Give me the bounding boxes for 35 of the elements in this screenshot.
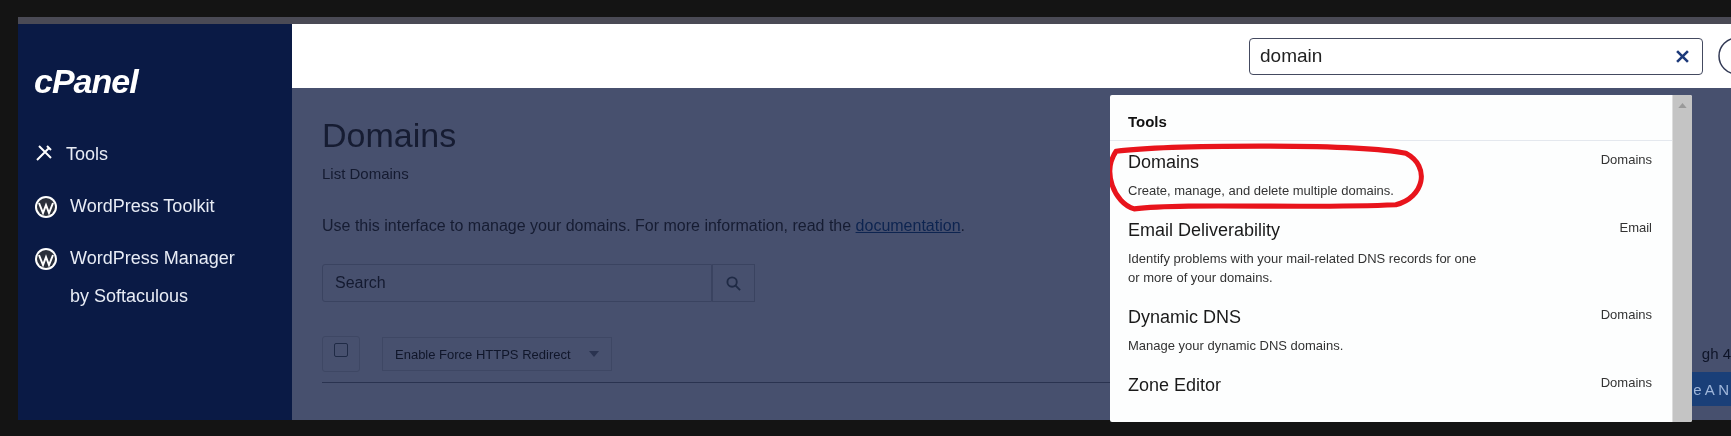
- result-category: Domains: [1600, 375, 1652, 392]
- scrollbar[interactable]: [1672, 95, 1692, 422]
- result-title: Zone Editor: [1128, 375, 1222, 396]
- close-icon[interactable]: [1676, 49, 1689, 63]
- section-heading: Tools: [1110, 95, 1672, 141]
- result-category: Domains: [1600, 307, 1652, 324]
- scroll-up-icon[interactable]: [1678, 103, 1687, 108]
- result-title: Dynamic DNS: [1128, 307, 1243, 328]
- sidebar-item[interactable]: WordPress Toolkit: [34, 187, 252, 225]
- result-category: Email: [1619, 220, 1652, 237]
- logo[interactable]: cPanel: [34, 62, 138, 101]
- result-description: Identify problems with your mail-related DNS records for one or more of your domains.: [1128, 250, 1478, 287]
- pagination-text: gh 4: [1701, 345, 1731, 362]
- wordpress-icon: [34, 195, 58, 219]
- sidebar-item[interactable]: WordPress Manager by Softaculous: [34, 239, 252, 315]
- wordpress-icon: [34, 247, 58, 271]
- search-field[interactable]: domain: [1249, 37, 1703, 75]
- result-item[interactable]: Email Deliverability Identify problems with your mail-related DNS records for one or more of your domains. Email: [1110, 209, 1672, 296]
- search-button[interactable]: [712, 264, 755, 302]
- page-title: Domains: [322, 116, 457, 155]
- result-title: Domains: [1128, 152, 1201, 173]
- search-icon: [726, 275, 741, 291]
- result-item[interactable]: Zone Editor Domains: [1110, 364, 1672, 405]
- tools-icon: [34, 143, 54, 163]
- caret-icon: [588, 351, 599, 357]
- result-category: Domains: [1600, 152, 1652, 169]
- select-all-checkbox[interactable]: [322, 336, 360, 372]
- result-description: Create, manage, and delete multiple domains.: [1128, 182, 1395, 200]
- result-item[interactable]: Dynamic DNS Manage your dynamic DNS domains. Domains: [1110, 296, 1672, 364]
- result-item[interactable]: Domains Create, manage, and delete multiple domains. Domains: [1110, 141, 1672, 209]
- result-description: Manage your dynamic DNS domains.: [1128, 337, 1345, 355]
- result-title: Email Deliverability: [1128, 220, 1282, 241]
- page-subtitle: List Domains: [322, 165, 409, 182]
- sidebar-item[interactable]: Tools: [34, 135, 252, 173]
- search-field[interactable]: Search: [322, 264, 712, 302]
